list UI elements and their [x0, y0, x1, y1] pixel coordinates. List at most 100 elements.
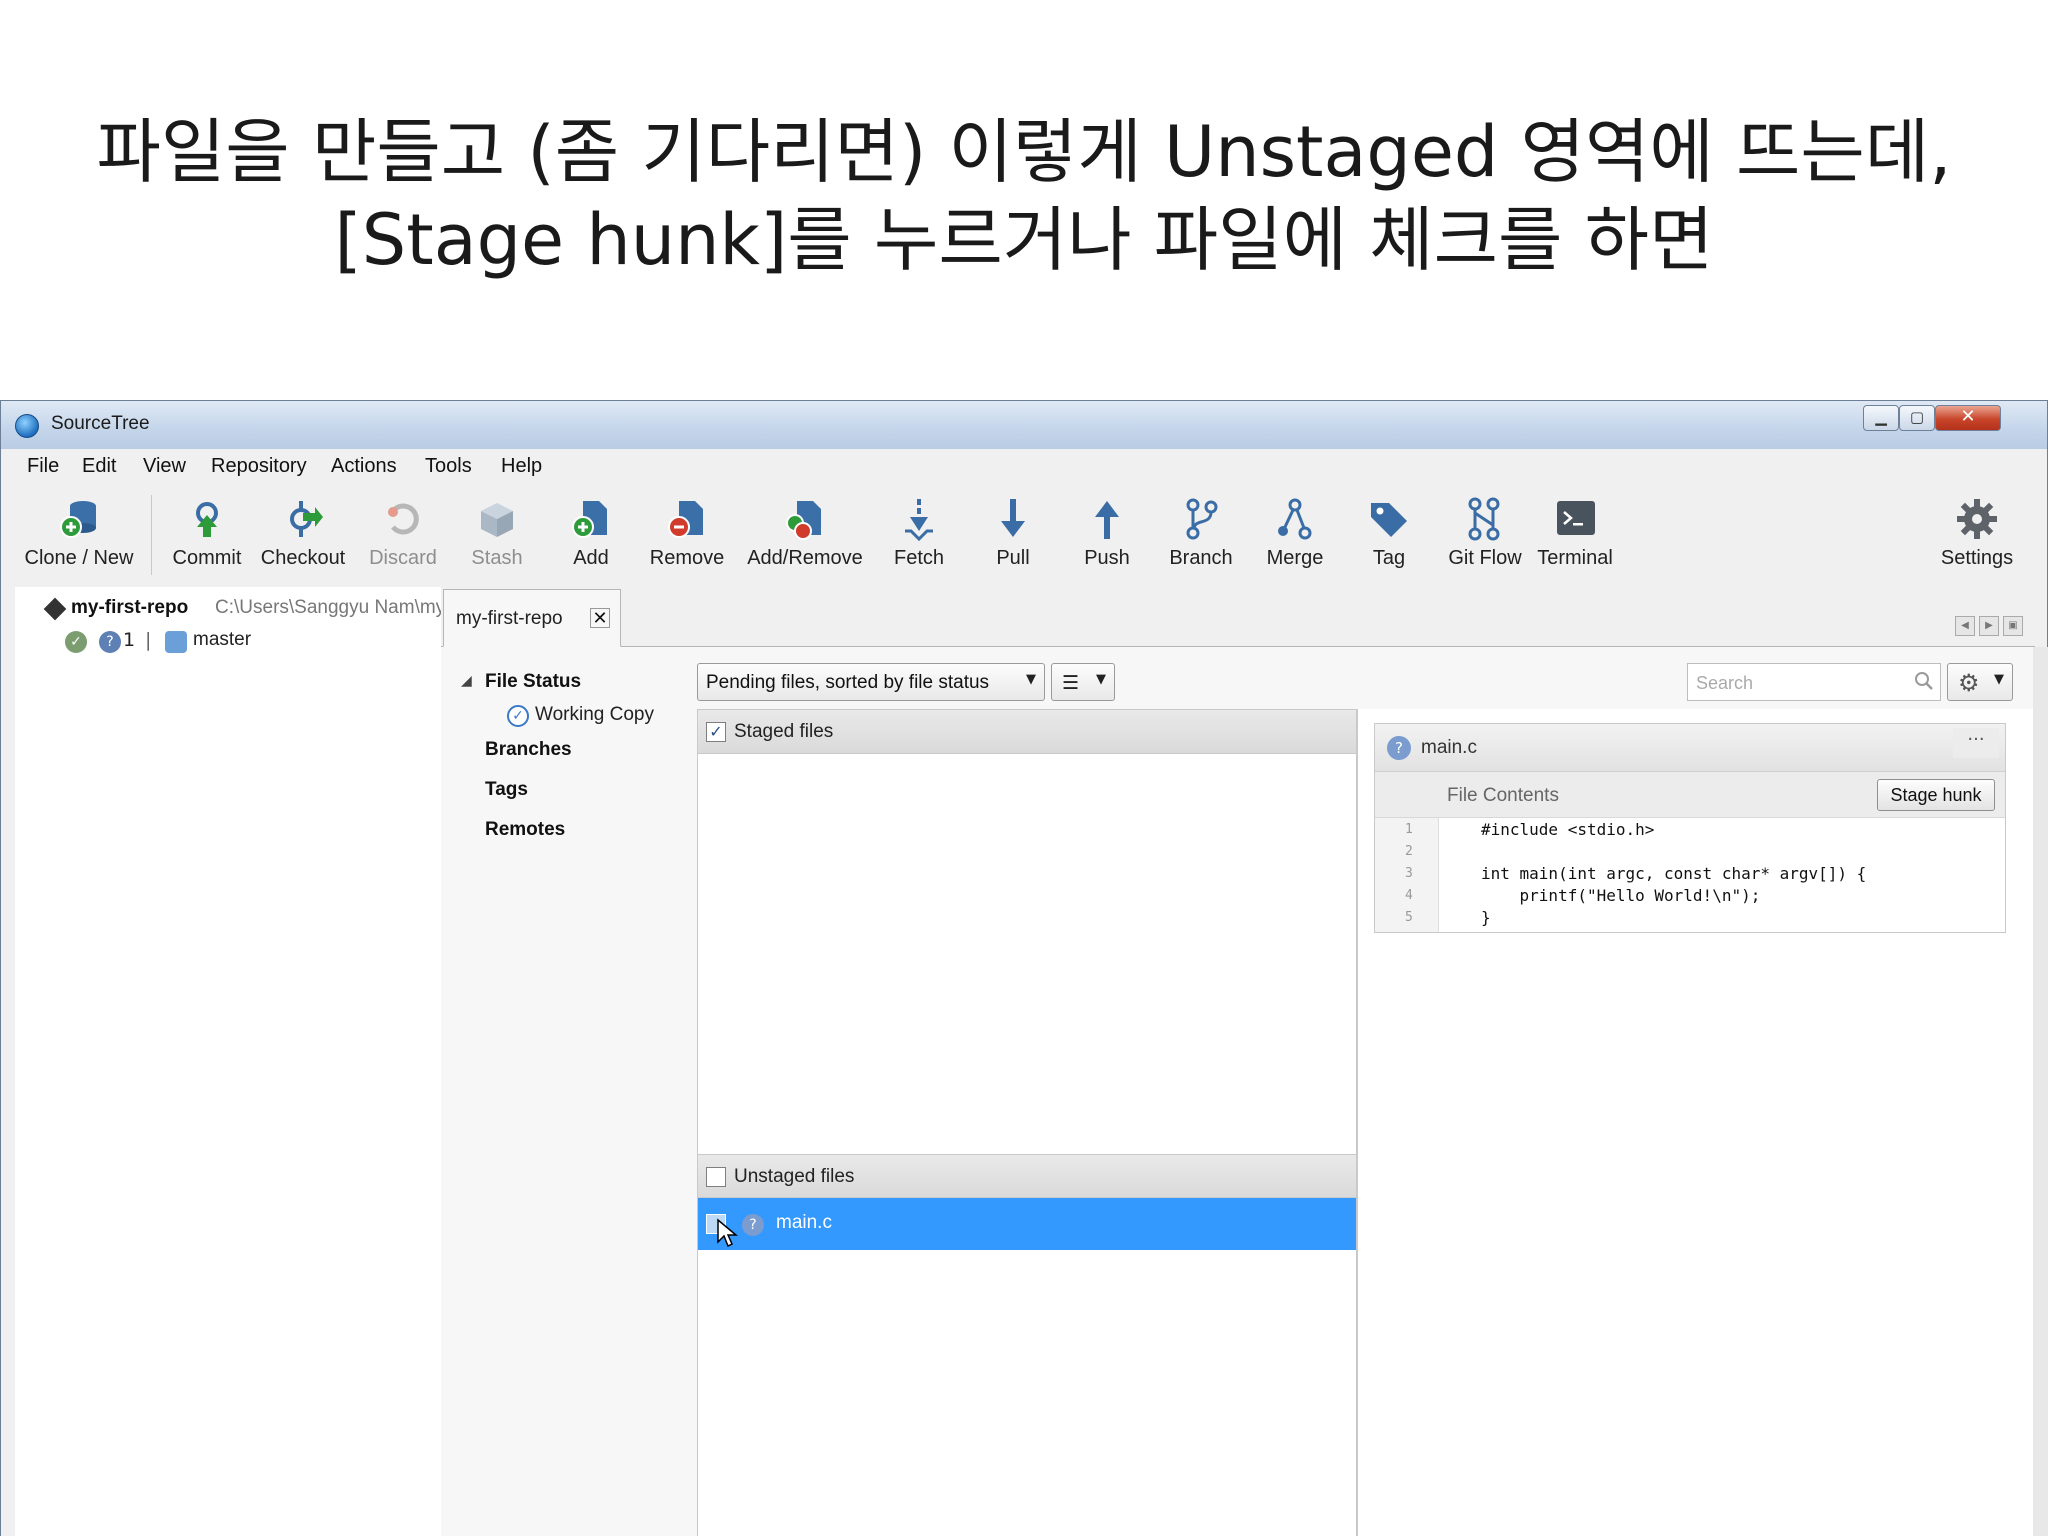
more-options-icon[interactable]: ...	[1953, 726, 1999, 758]
maximize-button[interactable]: ▢	[1899, 405, 1935, 431]
window-title: SourceTree	[51, 413, 150, 434]
untracked-file-icon: ?	[742, 1214, 764, 1236]
menu-repository[interactable]: Repository	[211, 455, 307, 478]
code-view: 1 2 3 4 5 #include <stdio.h> int main(in…	[1375, 818, 2005, 932]
tab-scroll-left-icon[interactable]: ◀	[1955, 616, 1975, 636]
list-view-icon: ☰	[1062, 672, 1080, 694]
gear-icon: ⚙	[1958, 669, 1980, 697]
repo-sidebar: ◢ File Status ✓ Working Copy Branches Ta…	[441, 647, 697, 1536]
push-button[interactable]: Push	[1065, 483, 1149, 587]
staged-files-checkbox[interactable]: ✓	[706, 722, 726, 742]
chevron-down-icon: ▼	[1096, 672, 1106, 687]
collapse-caret-icon[interactable]: ◢	[461, 673, 472, 689]
fetch-arrow-icon	[905, 499, 933, 541]
database-add-icon	[60, 501, 96, 538]
current-branch: master	[193, 629, 252, 650]
diff-panel: ? main.c ... File Contents Stage hunk 1 …	[1357, 709, 2035, 1536]
status-separator: |	[145, 629, 152, 651]
tag-icon	[1371, 503, 1407, 537]
stage-hunk-button[interactable]: Stage hunk	[1877, 779, 1995, 811]
search-input[interactable]: Search	[1687, 663, 1941, 701]
line-number: 2	[1405, 844, 1413, 859]
tag-button[interactable]: Tag	[1347, 483, 1431, 587]
settings-button[interactable]: Settings	[1929, 483, 2025, 587]
menu-view[interactable]: View	[143, 455, 186, 478]
hunk-header: File Contents Stage hunk	[1375, 772, 2005, 818]
stash-button[interactable]: Stash	[455, 483, 539, 587]
gear-icon	[1957, 499, 1997, 539]
repository-list: my-first-repo C:\Users\Sanggyu Nam\my-fi…	[15, 587, 441, 1536]
diff-file-name: main.c	[1421, 737, 1477, 758]
repo-name[interactable]: my-first-repo	[71, 597, 188, 619]
file-lists-panel: ✓ Staged files Unstaged files ? main.c	[697, 709, 1357, 1536]
stash-box-icon	[481, 503, 513, 537]
code-line: #include <stdio.h>	[1481, 820, 1655, 839]
hunk-title: File Contents	[1447, 785, 1559, 806]
unstaged-file-name: main.c	[776, 1212, 832, 1233]
sidebar-item-working-copy[interactable]: Working Copy	[535, 704, 654, 726]
code-line: }	[1481, 908, 1491, 927]
discard-icon	[388, 503, 419, 535]
sourcetree-logo-icon	[15, 414, 39, 438]
file-sort-dropdown[interactable]: Pending files, sorted by file status ▼	[697, 663, 1045, 701]
window-right-edge	[2033, 647, 2048, 1536]
remove-button[interactable]: Remove	[645, 483, 729, 587]
view-mode-dropdown[interactable]: ☰ ▼	[1051, 663, 1115, 701]
git-flow-button[interactable]: Git Flow	[1437, 483, 1533, 587]
menu-tools[interactable]: Tools	[425, 455, 472, 478]
unstaged-files-title: Unstaged files	[734, 1166, 855, 1187]
sidebar-item-tags[interactable]: Tags	[485, 779, 528, 801]
chevron-down-icon: ▼	[1994, 672, 2004, 687]
untracked-status-icon: ?	[99, 631, 121, 653]
clone-new-label: Clone / New	[24, 547, 134, 569]
add-remove-button[interactable]: Add/Remove	[745, 483, 865, 587]
file-options-button[interactable]: ⚙ ▼	[1947, 663, 2013, 701]
sidebar-item-branches[interactable]: Branches	[485, 739, 572, 761]
branch-icon	[165, 631, 187, 653]
tab-close-icon[interactable]: ✕	[590, 608, 610, 629]
diff-file-header: ? main.c ...	[1375, 724, 2005, 772]
file-filter-bar: Pending files, sorted by file status ▼ ☰…	[697, 663, 2017, 703]
working-copy-check-icon: ✓	[507, 705, 529, 727]
terminal-button[interactable]: Terminal	[1533, 483, 1617, 587]
chevron-down-icon: ▼	[1026, 672, 1036, 687]
sidebar-item-file-status[interactable]: File Status	[485, 671, 581, 693]
close-button[interactable]: ✕	[1935, 405, 2001, 431]
branch-button[interactable]: Branch	[1159, 483, 1243, 587]
push-arrow-icon	[1095, 501, 1119, 539]
minimize-button[interactable]: ▁	[1863, 405, 1899, 431]
staged-files-header: ✓ Staged files	[698, 710, 1356, 754]
terminal-icon	[1557, 501, 1595, 535]
settings-label: Settings	[1940, 547, 2014, 569]
checkout-icon	[290, 501, 323, 537]
clone-new-button[interactable]: Clone / New	[23, 483, 135, 587]
fetch-button[interactable]: Fetch	[877, 483, 961, 587]
menu-file[interactable]: File	[27, 455, 59, 478]
menu-help[interactable]: Help	[501, 455, 542, 478]
merge-icon	[1278, 498, 1312, 540]
slide-caption: 파일을 만들고 (좀 기다리면) 이렇게 Unstaged 영역에 뜨는데, […	[0, 108, 2048, 284]
remove-file-icon	[668, 501, 703, 538]
commit-button[interactable]: Commit	[165, 483, 249, 587]
pull-arrow-icon	[1001, 499, 1025, 537]
branch-icon	[1186, 498, 1218, 540]
checkout-button[interactable]: Checkout	[255, 483, 351, 587]
tab-my-first-repo[interactable]: my-first-repo ✕	[443, 589, 621, 647]
search-icon	[1915, 672, 1933, 690]
line-number: 1	[1405, 822, 1413, 837]
diff-file-box: ? main.c ... File Contents Stage hunk 1 …	[1374, 723, 2006, 933]
merge-button[interactable]: Merge	[1253, 483, 1337, 587]
menu-edit[interactable]: Edit	[82, 455, 116, 478]
tab-list-icon[interactable]: ▣	[2003, 616, 2023, 636]
menu-actions[interactable]: Actions	[331, 455, 397, 478]
line-number: 5	[1405, 910, 1413, 925]
add-remove-icon	[786, 501, 821, 540]
tab-scroll-right-icon[interactable]: ▶	[1979, 616, 1999, 636]
pull-button[interactable]: Pull	[971, 483, 1055, 587]
file-sort-value: Pending files, sorted by file status	[706, 672, 990, 693]
add-button[interactable]: Add	[549, 483, 633, 587]
sidebar-item-remotes[interactable]: Remotes	[485, 819, 565, 841]
discard-button[interactable]: Discard	[361, 483, 445, 587]
unstaged-file-row[interactable]: ? main.c	[698, 1198, 1356, 1250]
unstaged-files-checkbox[interactable]	[706, 1167, 726, 1187]
